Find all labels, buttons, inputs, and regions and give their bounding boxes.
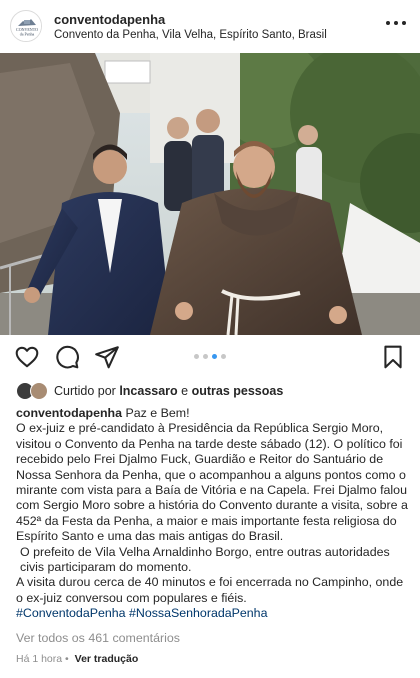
meta-separator: • xyxy=(62,653,72,665)
post-image xyxy=(0,53,420,335)
likes-prefix: Curtido por xyxy=(54,384,120,398)
caption-paragraph: O ex-juiz e pré-candidato à Presidência … xyxy=(16,421,408,544)
profile-avatar[interactable]: CONVENTO da Penha xyxy=(10,10,42,42)
post-username[interactable]: conventodapenha xyxy=(54,12,165,27)
avatar xyxy=(30,382,48,400)
caption-hashtags[interactable]: #ConventodaPenha #NossaSenhoradaPenha xyxy=(16,606,408,621)
caption-author[interactable]: conventodapenha xyxy=(16,406,122,420)
carousel-indicator xyxy=(194,354,226,359)
caption-paragraph: O prefeito de Vila Velha Arnaldinho Borg… xyxy=(20,544,390,575)
more-options-button[interactable] xyxy=(386,16,406,30)
post-timestamp: Há 1 hora xyxy=(16,653,63,665)
likes-others[interactable]: outras pessoas xyxy=(192,384,284,398)
post-caption: conventodapenha Paz e Bem! O ex-juiz e p… xyxy=(16,406,408,622)
likes-text: Curtido por lncassaro e outras pessoas xyxy=(54,384,283,398)
post-actions xyxy=(0,338,420,376)
bookmark-icon[interactable] xyxy=(380,344,406,370)
likes-summary[interactable]: Curtido por lncassaro e outras pessoas xyxy=(14,380,283,402)
post-header: CONVENTO da Penha conventodapenha Conven… xyxy=(0,0,420,52)
carousel-dot xyxy=(203,354,208,359)
likes-connector: e xyxy=(177,384,192,398)
more-dot-icon xyxy=(394,21,398,25)
more-dot-icon xyxy=(402,21,406,25)
liker-username[interactable]: lncassaro xyxy=(119,384,177,398)
comment-icon[interactable] xyxy=(54,344,80,370)
carousel-dot xyxy=(194,354,199,359)
caption-greeting: Paz e Bem! xyxy=(122,406,190,420)
post-meta: Há 1 hora • Ver tradução xyxy=(16,653,138,665)
post-photo[interactable] xyxy=(0,53,420,335)
see-translation-link[interactable]: Ver tradução xyxy=(75,653,139,665)
view-comments-link[interactable]: Ver todos os 461 comentários xyxy=(16,631,180,645)
convento-logo-icon: CONVENTO da Penha xyxy=(11,11,41,41)
share-icon[interactable] xyxy=(94,344,120,370)
carousel-dot xyxy=(221,354,226,359)
caption-paragraph: A visita durou cerca de 40 minutos e foi… xyxy=(16,575,404,605)
carousel-dot-active xyxy=(212,354,217,359)
heart-icon[interactable] xyxy=(14,344,40,370)
post-location[interactable]: Convento da Penha, Vila Velha, Espírito … xyxy=(54,29,327,41)
liker-avatars xyxy=(14,381,50,401)
svg-text:da Penha: da Penha xyxy=(20,32,35,37)
more-dot-icon xyxy=(386,21,390,25)
